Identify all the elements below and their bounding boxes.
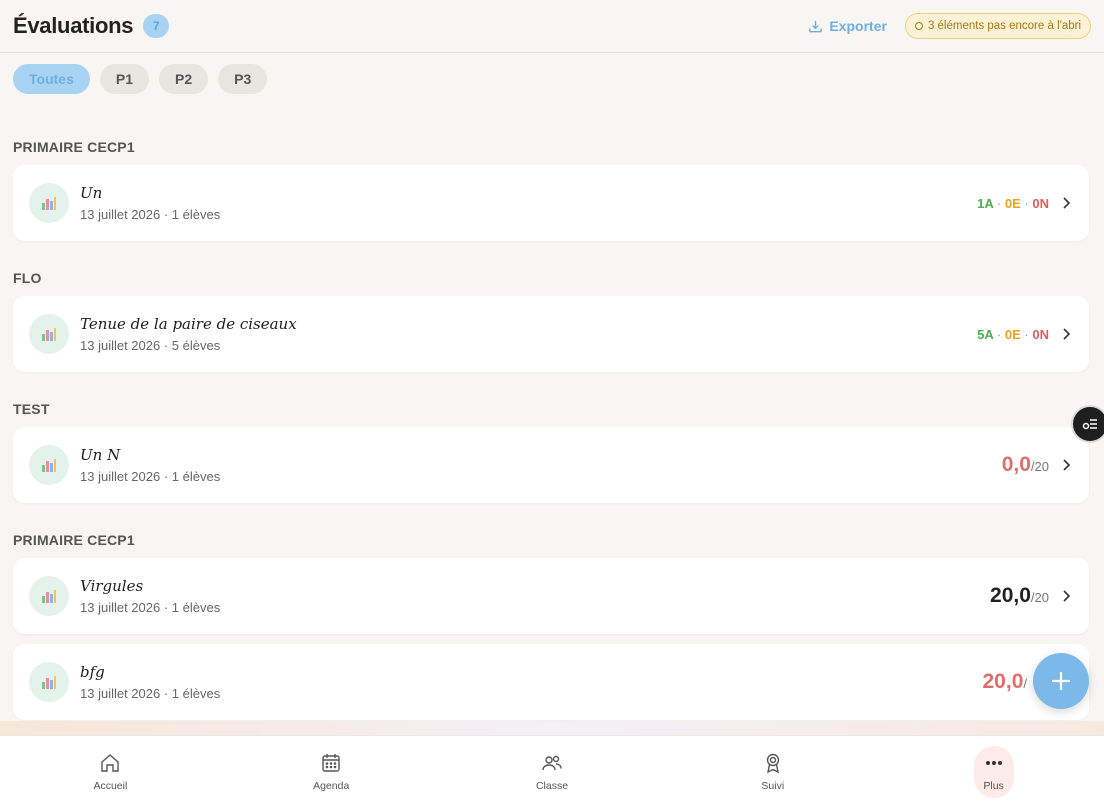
evaluation-title: Un [80, 184, 103, 202]
nav-item-classe[interactable]: Classe [442, 736, 663, 807]
evaluation-title: Virgules [80, 577, 144, 595]
stat-separator: · [1024, 195, 1029, 211]
evaluation-info: Virgules 13 juillet 2026 · 1 élèves [80, 577, 220, 615]
nav-label: Classe [535, 779, 569, 792]
evaluation-subtitle: 13 juillet 2026 · 5 élèves [80, 338, 221, 353]
header-actions: Exporter 3 éléments pas encore à l'abri [808, 13, 1091, 39]
filter-chip-p2[interactable]: P2 [158, 64, 209, 94]
chart-icon [29, 576, 69, 616]
bottom-nav: Accueil Agenda Classe Suivi Plus [0, 735, 1104, 807]
evaluation-title: Un N [80, 446, 121, 464]
score-value: 20,0 [982, 670, 1024, 693]
evaluation-title: bfg [80, 663, 105, 681]
chart-icon [29, 662, 69, 702]
calendar-icon [322, 753, 340, 772]
evaluation-subtitle: 13 juillet 2026 · 1 élèves [80, 469, 221, 484]
section-title: PRIMAIRE CECP1 [13, 139, 135, 155]
page-title: Évaluations [13, 13, 134, 38]
evaluation-result: 1A · 0E · 0N [977, 196, 1073, 211]
add-evaluation-button[interactable] [1033, 653, 1089, 709]
backup-warning-text: 3 éléments pas encore à l'abri [927, 20, 1081, 32]
nav-label: Suivi [761, 779, 785, 792]
stat-acquired: 5A [977, 326, 994, 342]
stat-separator: · [996, 326, 1002, 342]
section-title: TEST [13, 401, 50, 417]
nav-label: Plus [983, 779, 1004, 792]
chevron-right-icon [1063, 328, 1071, 340]
circle-icon [914, 22, 923, 30]
stat-in-progress: 0E [1004, 195, 1021, 211]
evaluation-info: bfg 13 juillet 2026 · 1 élèves [80, 663, 220, 701]
evaluation-subtitle: 13 juillet 2026 · 1 élèves [80, 207, 221, 222]
evaluation-card[interactable]: Virgules 13 juillet 2026 · 1 élèves 20,0… [13, 558, 1089, 634]
evaluation-card[interactable]: Tenue de la paire de ciseaux 13 juillet … [13, 296, 1089, 372]
list-settings-icon [1082, 419, 1097, 430]
evaluation-title: Tenue de la paire de ciseaux [80, 315, 297, 333]
chart-icon [29, 183, 69, 223]
chevron-right-icon [1063, 590, 1071, 602]
app: Évaluations 7 Exporter 3 éléments pas en… [0, 0, 1104, 807]
nav-item-agenda[interactable]: Agenda [221, 736, 442, 807]
evaluation-score: 20,0/ [983, 670, 1028, 694]
stat-acquired: 1A [977, 195, 994, 211]
acquisition-stats: 1A · 0E · 0N [977, 196, 1049, 211]
side-panel-toggle[interactable] [1071, 405, 1104, 443]
evaluation-score: 20,0/20 [990, 584, 1049, 608]
stat-in-progress: 0E [1004, 326, 1021, 342]
stat-separator: · [1024, 326, 1029, 342]
award-icon [766, 753, 779, 773]
chart-icon [29, 445, 69, 485]
evaluation-subtitle: 13 juillet 2026 · 1 élèves [80, 686, 221, 701]
evaluation-result: 20,0/20 [990, 584, 1073, 608]
acquisition-stats: 5A · 0E · 0N [977, 327, 1049, 342]
evaluation-result: 20,0/ [983, 670, 1028, 694]
more-icon [985, 760, 1002, 765]
score-max: /20 [1030, 590, 1049, 605]
users-icon [542, 755, 562, 770]
header: Évaluations 7 Exporter 3 éléments pas en… [0, 0, 1104, 53]
evaluation-info: Tenue de la paire de ciseaux 13 juillet … [80, 315, 297, 353]
score-max: / [1023, 676, 1027, 691]
nav-item-suivi[interactable]: Suivi [662, 736, 883, 807]
evaluation-info: Un N 13 juillet 2026 · 1 élèves [80, 446, 220, 484]
evaluation-score: 0,0/20 [1002, 453, 1049, 477]
filter-chip-all[interactable]: Toutes [13, 64, 90, 94]
evaluation-subtitle: 13 juillet 2026 · 1 élèves [80, 600, 221, 615]
section-title: PRIMAIRE CECP1 [13, 532, 135, 548]
chart-icon [29, 314, 69, 354]
evaluation-result: 0,0/20 [1002, 453, 1073, 477]
score-value: 20,0 [990, 584, 1031, 607]
stat-not-acquired: 0N [1032, 326, 1049, 342]
stat-separator: · [996, 195, 1002, 211]
filter-chip-p1[interactable]: P1 [99, 64, 149, 94]
evaluation-card[interactable]: Un N 13 juillet 2026 · 1 élèves 0,0/20 [13, 427, 1089, 503]
evaluation-card[interactable]: bfg 13 juillet 2026 · 1 élèves 20,0/ [13, 644, 1089, 720]
home-icon [101, 753, 120, 772]
nav-active-pill: Plus [973, 745, 1014, 798]
stat-not-acquired: 0N [1032, 195, 1049, 211]
evaluation-card[interactable]: Un 13 juillet 2026 · 1 élèves 1A · 0E · … [13, 165, 1089, 241]
score-max: /20 [1030, 459, 1049, 474]
evaluation-info: Un 13 juillet 2026 · 1 élèves [80, 184, 220, 222]
backup-warning-badge[interactable]: 3 éléments pas encore à l'abri [904, 13, 1091, 39]
export-button[interactable]: Exporter [808, 18, 887, 34]
score-value: 0,0 [1001, 453, 1031, 476]
filter-chip-p3[interactable]: P3 [218, 64, 268, 94]
chevron-right-icon [1063, 197, 1071, 209]
nav-label: Agenda [313, 779, 350, 792]
download-icon [809, 20, 823, 32]
evaluation-result: 5A · 0E · 0N [977, 327, 1073, 342]
nav-item-accueil[interactable]: Accueil [0, 736, 221, 807]
nav-item-plus[interactable]: Plus [883, 736, 1104, 807]
section-title: FLO [13, 270, 42, 286]
export-label: Exporter [829, 18, 887, 34]
nav-label: Accueil [93, 779, 128, 792]
plus-icon [1051, 671, 1071, 691]
count-badge: 7 [143, 14, 170, 38]
period-filters: Toutes P1 P2 P3 [13, 64, 268, 94]
chevron-right-icon [1063, 459, 1071, 471]
